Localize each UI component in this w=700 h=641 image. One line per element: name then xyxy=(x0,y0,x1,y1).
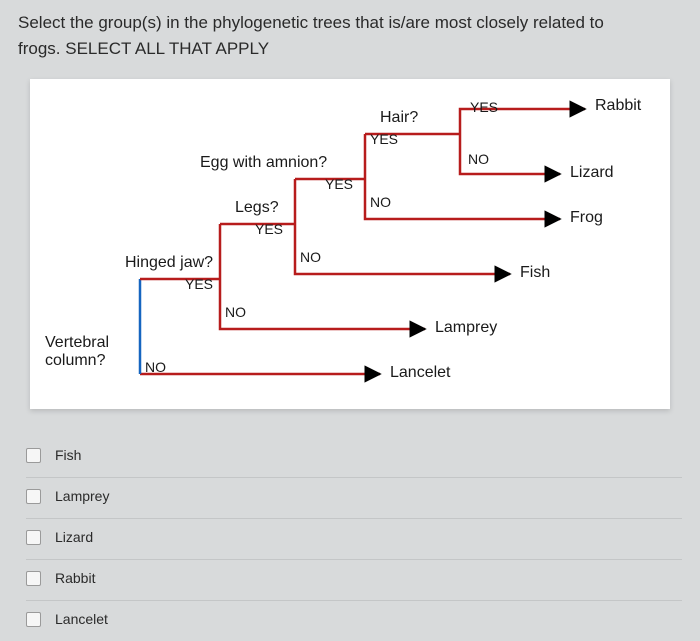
answer-option-lancelet[interactable]: Lancelet xyxy=(26,603,682,641)
node-egg-amnion: Egg with amnion? xyxy=(200,154,327,172)
answer-options: Fish Lamprey Lizard Rabbit Lancelet xyxy=(26,439,682,641)
checkbox-icon[interactable] xyxy=(26,571,41,586)
checkbox-icon[interactable] xyxy=(26,489,41,504)
branch-yes: YES xyxy=(255,221,283,237)
tree-lines xyxy=(30,79,670,409)
branch-yes: YES xyxy=(370,131,398,147)
answer-label: Rabbit xyxy=(55,570,95,586)
branch-yes: YES xyxy=(185,276,213,292)
node-hair: Hair? xyxy=(380,109,418,127)
branch-yes: YES xyxy=(325,176,353,192)
branch-no: NO xyxy=(468,151,489,167)
node-vertebral-column: Vertebral column? xyxy=(45,334,109,370)
checkbox-icon[interactable] xyxy=(26,448,41,463)
prompt-line-2: frogs. SELECT ALL THAT APPLY xyxy=(18,39,269,58)
prompt-line-1: Select the group(s) in the phylogenetic … xyxy=(18,13,604,32)
branch-no: NO xyxy=(370,194,391,210)
checkbox-icon[interactable] xyxy=(26,530,41,545)
answer-option-rabbit[interactable]: Rabbit xyxy=(26,562,682,601)
branch-no: NO xyxy=(225,304,246,320)
taxon-lancelet: Lancelet xyxy=(390,364,451,382)
answer-label: Fish xyxy=(55,447,81,463)
answer-label: Lamprey xyxy=(55,488,109,504)
taxon-frog: Frog xyxy=(570,209,603,227)
answer-label: Lancelet xyxy=(55,611,108,627)
node-legs: Legs? xyxy=(235,199,279,217)
answer-option-lizard[interactable]: Lizard xyxy=(26,521,682,560)
taxon-lamprey: Lamprey xyxy=(435,319,497,337)
answer-option-lamprey[interactable]: Lamprey xyxy=(26,480,682,519)
taxon-fish: Fish xyxy=(520,264,550,282)
answer-option-fish[interactable]: Fish xyxy=(26,439,682,478)
node-hinged-jaw: Hinged jaw? xyxy=(125,254,213,272)
taxon-lizard: Lizard xyxy=(570,164,614,182)
branch-no: NO xyxy=(145,359,166,375)
checkbox-icon[interactable] xyxy=(26,612,41,627)
phylogenetic-tree-figure: Vertebral column? Hinged jaw? Legs? Egg … xyxy=(30,79,670,409)
answer-label: Lizard xyxy=(55,529,93,545)
question-prompt: Select the group(s) in the phylogenetic … xyxy=(18,10,682,61)
branch-yes: YES xyxy=(470,99,498,115)
branch-no: NO xyxy=(300,249,321,265)
taxon-rabbit: Rabbit xyxy=(595,97,641,115)
